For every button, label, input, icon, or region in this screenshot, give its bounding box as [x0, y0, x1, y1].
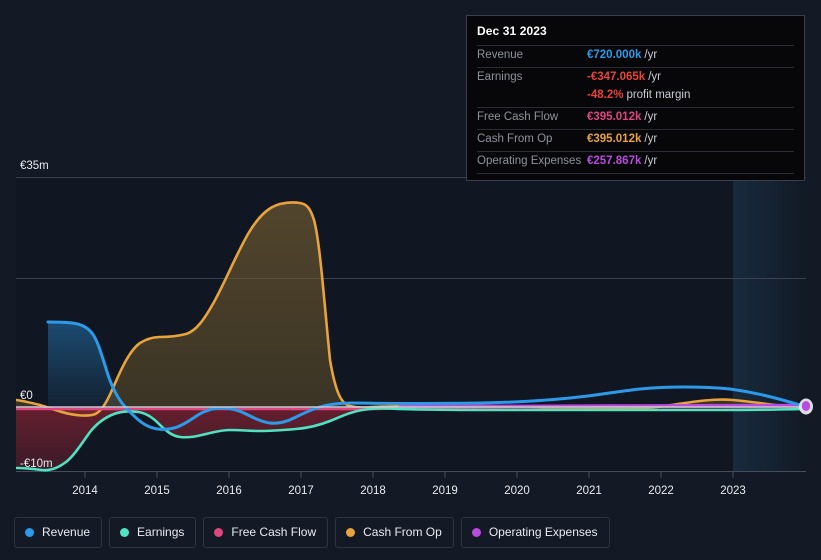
tooltip-row-operating-expenses: Operating Expenses €257.867k /yr	[477, 151, 794, 173]
tooltip-value-earnings: -€347.065k	[587, 71, 646, 83]
legend-label-operating-expenses: Operating Expenses	[488, 525, 598, 539]
financial-chart-page: €35m €0 -€10m 2014 2015 2016 2017 2018 2…	[0, 0, 821, 560]
tooltip-value-free-cash-flow: €395.012k	[587, 111, 642, 123]
tooltip-row-cash-from-op: Cash From Op €395.012k /yr	[477, 129, 794, 151]
tooltip-label-revenue: Revenue	[477, 49, 524, 61]
tooltip-label-cash-from-op: Cash From Op	[477, 133, 553, 145]
x-axis-tick-2018: 2018	[360, 485, 386, 497]
legend-label-earnings: Earnings	[137, 525, 185, 539]
x-axis-tick-2017: 2017	[288, 485, 314, 497]
tooltip-row-profit-margin: -48.2% profit margin	[477, 89, 794, 107]
legend-item-earnings[interactable]: Earnings	[109, 517, 197, 548]
legend-dot-earnings	[120, 528, 130, 537]
x-axis-tick-2015: 2015	[144, 485, 170, 497]
forecast-band	[733, 176, 806, 472]
x-axis-tick-2023: 2023	[720, 485, 746, 497]
legend-dot-revenue	[25, 528, 34, 537]
endpoint-markers	[799, 398, 813, 415]
legend-dot-cash-from-op	[346, 528, 356, 537]
chart-area: €35m €0 -€10m 2014 2015 2016 2017 2018 2…	[0, 0, 821, 505]
tooltip-unit-cash-from-op: /yr	[644, 133, 658, 145]
tooltip-unit-operating-expenses: /yr	[644, 155, 658, 167]
tooltip-date: Dec 31 2023	[477, 24, 547, 38]
x-axis-tick-2021: 2021	[576, 485, 602, 497]
tooltip-row-revenue: Revenue €720.000k /yr	[477, 45, 794, 67]
tooltip-value-profit-margin: -48.2%	[587, 89, 624, 101]
legend-item-free-cash-flow[interactable]: Free Cash Flow	[203, 517, 329, 548]
chart-legend: Revenue Earnings Free Cash Flow Cash Fro…	[14, 517, 610, 548]
y-axis-label-zero: €0	[20, 390, 33, 402]
legend-item-revenue[interactable]: Revenue	[14, 517, 103, 548]
legend-label-cash-from-op: Cash From Op	[363, 525, 442, 539]
x-axis-tick-2014: 2014	[72, 485, 98, 497]
legend-label-revenue: Revenue	[42, 525, 91, 539]
legend-item-operating-expenses[interactable]: Operating Expenses	[460, 517, 610, 548]
tooltip-label-free-cash-flow: Free Cash Flow	[477, 111, 559, 123]
plot-background	[16, 176, 806, 472]
tooltip-unit-revenue: /yr	[644, 49, 658, 61]
tooltip-value-cash-from-op: €395.012k	[587, 133, 642, 145]
x-axis-tick-2019: 2019	[432, 485, 458, 497]
legend-item-cash-from-op[interactable]: Cash From Op	[335, 517, 454, 548]
tooltip-unit-free-cash-flow: /yr	[644, 111, 658, 123]
tooltip-value-revenue: €720.000k	[587, 49, 642, 61]
x-axis-ticks	[84, 472, 734, 478]
x-axis-tick-2020: 2020	[504, 485, 530, 497]
tooltip-row-free-cash-flow: Free Cash Flow €395.012k /yr	[477, 107, 794, 129]
tooltip-unit-profit-margin: profit margin	[626, 89, 691, 101]
legend-dot-free-cash-flow	[214, 528, 224, 537]
y-axis-label-top: €35m	[20, 160, 49, 172]
y-axis-label-bottom: -€10m	[20, 458, 53, 470]
legend-label-free-cash-flow: Free Cash Flow	[231, 525, 317, 539]
x-axis-tick-2022: 2022	[648, 485, 674, 497]
x-axis-tick-2016: 2016	[216, 485, 242, 497]
tooltip-row-earnings: Earnings -€347.065k /yr	[477, 67, 794, 89]
legend-dot-operating-expenses	[471, 528, 481, 537]
tooltip-label-earnings: Earnings	[477, 71, 523, 83]
data-tooltip: Dec 31 2023 Revenue €720.000k /yr Earnin…	[466, 15, 805, 181]
tooltip-footer-rule	[477, 173, 794, 174]
tooltip-label-operating-expenses: Operating Expenses	[477, 155, 582, 167]
tooltip-unit-earnings: /yr	[648, 71, 661, 83]
tooltip-value-operating-expenses: €257.867k	[587, 155, 642, 167]
